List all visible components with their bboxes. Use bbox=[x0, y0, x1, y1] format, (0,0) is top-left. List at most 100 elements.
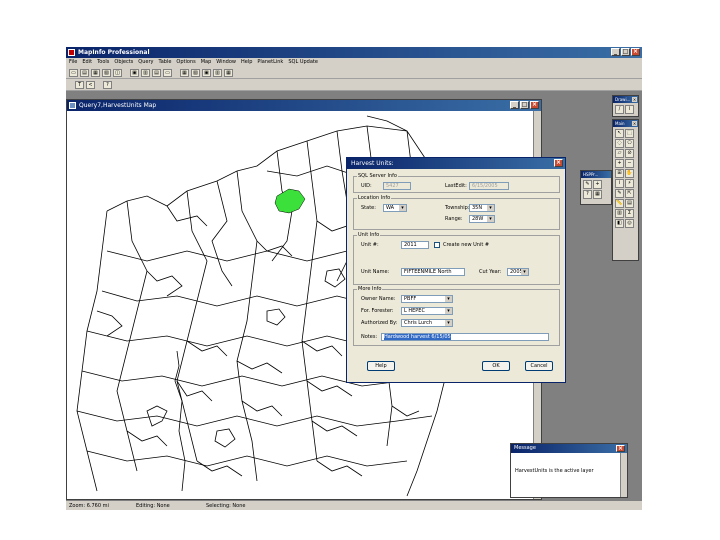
menu-window[interactable]: Window bbox=[216, 58, 236, 67]
owner-name-label: Owner Name: bbox=[361, 296, 396, 302]
cut-year-label: Cut Year: bbox=[479, 269, 502, 275]
statistics-icon[interactable]: Σ bbox=[625, 209, 634, 218]
message-title: Message bbox=[514, 445, 536, 451]
map-titlebar[interactable]: Query7,HarvestUnits Map _ □ × bbox=[67, 100, 541, 111]
status-zoom: Zoom: 6.760 mi bbox=[69, 503, 109, 509]
minimize-icon[interactable]: _ bbox=[611, 48, 620, 56]
help-button[interactable]: Help bbox=[367, 361, 395, 371]
menu-edit[interactable]: Edit bbox=[82, 58, 92, 67]
unit-number-field[interactable]: 2011 bbox=[401, 241, 429, 249]
map-minimize-icon[interactable]: _ bbox=[510, 101, 519, 109]
main-palette-close-icon[interactable]: × bbox=[632, 121, 637, 126]
app-titlebar[interactable]: MapInfo Professional _ □ × bbox=[66, 47, 642, 58]
selected-harvest-unit[interactable] bbox=[274, 188, 306, 214]
cancel-button[interactable]: Cancel bbox=[525, 361, 553, 371]
dialog-titlebar[interactable]: Harvest Units: × bbox=[347, 158, 565, 169]
standard-toolbar: ▭ ▤ ▦ ▧ ◫ ▣ ▥ ▤ ▭ ▦ ▧ ▣ ▥ ▦ bbox=[66, 67, 642, 79]
grabber-icon[interactable]: ✋ bbox=[625, 169, 634, 178]
new-table-icon[interactable]: ▭ bbox=[69, 68, 78, 77]
owner-name-select[interactable]: PBFF bbox=[401, 295, 453, 303]
info-tool-icon[interactable]: i bbox=[615, 179, 624, 188]
menu-table[interactable]: Table bbox=[158, 58, 171, 67]
new-mapper-icon[interactable]: ▧ bbox=[191, 68, 200, 77]
help-tool-icon[interactable]: ? bbox=[103, 80, 112, 89]
clip-region-icon[interactable]: ◧ bbox=[615, 219, 624, 228]
boundary-select-icon[interactable]: ▱ bbox=[615, 149, 624, 158]
hspp-grid-icon[interactable]: ▦ bbox=[593, 190, 602, 199]
ok-button[interactable]: OK bbox=[482, 361, 510, 371]
open-workspace-icon[interactable]: ▦ bbox=[91, 68, 100, 77]
select-arrow-icon[interactable]: ↖ bbox=[615, 129, 624, 138]
new-grapher-icon[interactable]: ▣ bbox=[202, 68, 211, 77]
legend-icon[interactable]: ▥ bbox=[615, 209, 624, 218]
unit-info-group-title: Unit Info bbox=[357, 232, 381, 238]
zoom-in-icon[interactable]: + bbox=[615, 159, 624, 168]
set-target-icon[interactable]: ◎ bbox=[625, 219, 634, 228]
menu-query[interactable]: Query bbox=[138, 58, 153, 67]
copy-icon[interactable]: ▥ bbox=[141, 68, 150, 77]
zoom-out-icon[interactable]: − bbox=[625, 159, 634, 168]
open-table-icon[interactable]: ▤ bbox=[80, 68, 89, 77]
cut-icon[interactable]: ▣ bbox=[130, 68, 139, 77]
menu-options[interactable]: Options bbox=[176, 58, 195, 67]
hotlink-icon[interactable]: ⚡ bbox=[625, 179, 634, 188]
state-select[interactable]: WA bbox=[383, 204, 407, 212]
close-icon[interactable]: × bbox=[631, 48, 640, 56]
notes-label: Notes: bbox=[361, 334, 378, 340]
radius-select-icon[interactable]: ◌ bbox=[615, 139, 624, 148]
message-titlebar[interactable]: Message × bbox=[511, 444, 627, 453]
hspp-edit-icon[interactable]: ✎ bbox=[583, 180, 592, 189]
unselect-icon[interactable]: ⊘ bbox=[625, 149, 634, 158]
uid-field: 5427 bbox=[383, 182, 411, 190]
range-label: Range: bbox=[445, 216, 463, 222]
polygon-select-icon[interactable]: ⬠ bbox=[625, 139, 634, 148]
menu-sql-update[interactable]: SQL Update bbox=[288, 58, 318, 67]
hspp-palette-title[interactable]: HSPPr... bbox=[581, 171, 611, 178]
maximize-icon[interactable]: □ bbox=[621, 48, 630, 56]
message-text: HarvestUnits is the active layer bbox=[515, 468, 594, 474]
label-tool-icon[interactable]: ✎ bbox=[615, 189, 624, 198]
forester-select[interactable]: L HEPEC bbox=[401, 307, 453, 315]
drawing-palette-close-icon[interactable]: × bbox=[632, 97, 637, 102]
paste-icon[interactable]: ▤ bbox=[152, 68, 161, 77]
create-new-unit-checkbox[interactable] bbox=[434, 242, 440, 248]
ruler-icon[interactable]: 📏 bbox=[615, 199, 624, 208]
cut-year-select[interactable]: 2005 bbox=[507, 268, 529, 276]
layer-control-icon[interactable]: ▤ bbox=[625, 199, 634, 208]
new-browser-icon[interactable]: ▦ bbox=[180, 68, 189, 77]
forester-label: For. Forester: bbox=[361, 308, 394, 314]
message-close-icon[interactable]: × bbox=[616, 445, 625, 452]
map-close-icon[interactable]: × bbox=[530, 101, 539, 109]
state-label: State: bbox=[361, 205, 376, 211]
hspp-query-icon[interactable]: ? bbox=[583, 190, 592, 199]
redistrict-icon[interactable]: ▦ bbox=[224, 68, 233, 77]
dialog-close-icon[interactable]: × bbox=[554, 159, 563, 167]
menu-planetlink[interactable]: PlanetLink bbox=[257, 58, 283, 67]
draw-line-icon[interactable]: / bbox=[615, 105, 624, 114]
draw-polyline-icon[interactable]: ⌇ bbox=[625, 105, 634, 114]
notes-field[interactable]: Hardwood harvest 6/15/05 bbox=[381, 333, 549, 341]
menu-help[interactable]: Help bbox=[241, 58, 252, 67]
range-select[interactable]: 28W bbox=[469, 215, 495, 223]
menu-objects[interactable]: Objects bbox=[114, 58, 133, 67]
menu-map[interactable]: Map bbox=[201, 58, 212, 67]
change-view-icon[interactable]: ⊞ bbox=[615, 169, 624, 178]
app-title: MapInfo Professional bbox=[78, 49, 150, 56]
map-maximize-icon[interactable]: □ bbox=[520, 101, 529, 109]
back-icon[interactable]: < bbox=[86, 80, 95, 89]
new-layout-icon[interactable]: ▥ bbox=[213, 68, 222, 77]
undo-icon[interactable]: ▭ bbox=[163, 68, 172, 77]
menu-tools[interactable]: Tools bbox=[97, 58, 109, 67]
authorized-by-select[interactable]: Chris Lurch bbox=[401, 319, 453, 327]
save-icon[interactable]: ▧ bbox=[102, 68, 111, 77]
marquee-select-icon[interactable]: ⬚ bbox=[625, 129, 634, 138]
menu-file[interactable]: File bbox=[69, 58, 77, 67]
print-icon[interactable]: ◫ bbox=[113, 68, 122, 77]
message-scrollbar[interactable] bbox=[620, 453, 627, 497]
text-tool-icon[interactable]: T bbox=[75, 80, 84, 89]
hspp-add-icon[interactable]: + bbox=[593, 180, 602, 189]
authorized-by-label: Authorized By: bbox=[361, 320, 398, 326]
township-select[interactable]: 35N bbox=[469, 204, 495, 212]
unit-name-field[interactable]: FIFTEENMILE North bbox=[401, 268, 465, 276]
drag-map-icon[interactable]: ⇱ bbox=[625, 189, 634, 198]
